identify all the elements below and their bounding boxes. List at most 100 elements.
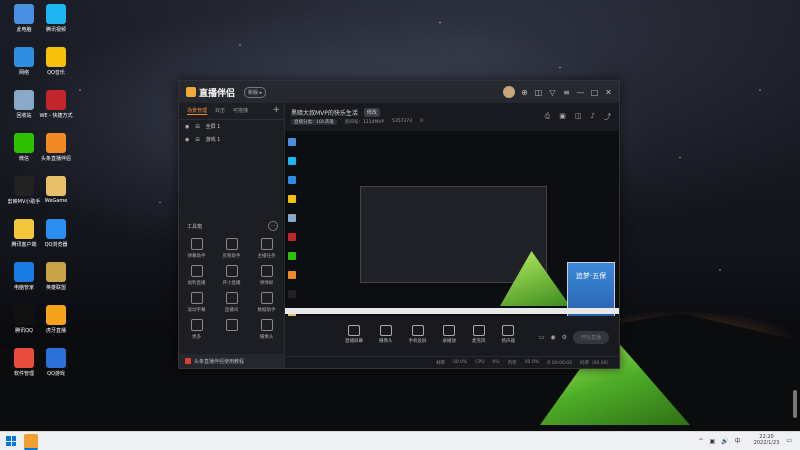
desktop-icon-label: 腾讯视频	[45, 27, 66, 33]
edit-title-button[interactable]: 修改	[363, 108, 380, 117]
user-avatar[interactable]	[503, 86, 515, 98]
titlebar-button-icon[interactable]: ✕	[604, 88, 613, 97]
wegame-icon	[46, 176, 66, 196]
titlebar-button-icon[interactable]: ≡	[562, 88, 571, 97]
tool-item[interactable]	[214, 319, 249, 340]
eye-icon[interactable]: ◉	[185, 124, 189, 130]
mic-icon	[472, 325, 485, 336]
titlebar-button-icon[interactable]: ▽	[548, 88, 557, 97]
category-label[interactable]: 直播分类：LOL英雄	[291, 119, 337, 125]
tool-icon	[190, 265, 203, 277]
main-toolbar-icon[interactable]: ◫	[575, 112, 582, 122]
desktop-icon[interactable]: QQ游戏	[36, 348, 76, 377]
folder-icon	[14, 219, 34, 239]
main-toolbar-icon[interactable]: ♪	[591, 112, 595, 122]
tutorial-icon	[185, 358, 191, 364]
left-panel: 场景管理 双击 可拖拽 + ◉ ⊟ 全屏 1 ◉ ⊟ 游戏 1 工具箱 ··· 弹幕助手 房管助…	[179, 103, 285, 368]
tool-item[interactable]: 福利直播	[179, 265, 214, 286]
tool-item[interactable]: 数据助手	[249, 292, 284, 313]
scene-label: 游戏 1	[205, 137, 221, 143]
browser-icon	[46, 219, 66, 239]
tool-item[interactable]: 摄像头	[249, 319, 284, 340]
notification-icon[interactable]: ▭	[786, 437, 792, 444]
source-control-button[interactable]: 直播屏幕	[345, 325, 363, 344]
status-item: 00.0%	[524, 360, 539, 365]
tool-item[interactable]: 滚动字幕	[179, 292, 214, 313]
network-icon	[14, 47, 34, 67]
tool-label: 更多	[192, 335, 201, 340]
main-toolbar-icon[interactable]: ⤴	[604, 112, 611, 122]
desktop-icon-label: 头条直播伴侣	[40, 156, 71, 162]
right-control-icon[interactable]: ▭	[539, 334, 545, 341]
scene-item[interactable]: ◉ ⊟ 游戏 1	[179, 133, 284, 146]
tool-item[interactable]: 直播间	[214, 292, 249, 313]
eye-icon[interactable]: ◉	[185, 137, 189, 143]
tutorial-notice[interactable]: 头条直播伴侣使用教程	[179, 354, 284, 368]
titlebar-button-icon[interactable]: ⊕	[520, 88, 529, 97]
tool-item[interactable]: 更多	[179, 319, 214, 340]
desktop-icon[interactable]: QQ浏览器	[36, 219, 76, 248]
titlebar-button-icon[interactable]: ◫	[534, 88, 543, 97]
source-control-button[interactable]: 摄像头	[379, 325, 393, 344]
live-preview[interactable]: 追梦·五保	[285, 131, 619, 316]
start-windows-icon[interactable]	[6, 436, 16, 446]
toolbox-more-icon[interactable]: ···	[268, 221, 278, 231]
source-control-button[interactable]: 扬声器	[501, 325, 516, 344]
source-control-label: 扬声器	[501, 339, 516, 344]
qq-icon	[14, 305, 34, 325]
tray-icon[interactable]: ▣	[710, 438, 716, 445]
desktop-icon-label: 英雄联盟	[45, 285, 66, 291]
titlebar-button-icon[interactable]: □	[590, 88, 599, 97]
app-logo-icon	[186, 87, 196, 97]
status-item: 0%	[492, 360, 500, 365]
tool-item[interactable]: 弹幕助手	[179, 238, 214, 259]
lock-icon[interactable]: ⊟	[195, 124, 199, 130]
lock-icon[interactable]: ⊟	[195, 137, 199, 143]
source-control-button[interactable]: 麦克风	[472, 325, 486, 344]
scene-item[interactable]: ◉ ⊟ 全屏 1	[179, 120, 284, 133]
desktop-icon[interactable]: QQ音乐	[36, 47, 76, 76]
desktop-icon[interactable]: 腾讯视频	[36, 4, 76, 33]
live-title-row: 黑暗大叔MVP的快乐生活 修改	[291, 108, 380, 117]
toolbox-grid: 弹幕助手 房管助手 主播任务福利直播 开小直播 弹弹屏滚动字幕 直播间 数据助手更多 摄像头	[179, 238, 284, 340]
source-control-button[interactable]: 手机投屏	[409, 325, 427, 344]
lol-icon	[46, 262, 66, 282]
desktop-icon-label: QQ游戏	[47, 371, 65, 377]
status-item: 帧率	[436, 360, 446, 366]
titlebar-button-icon[interactable]: —	[576, 88, 585, 97]
side-scroll-indicator	[793, 390, 797, 418]
right-control-icon[interactable]: ⚙	[562, 334, 567, 341]
main-toolbar-icon[interactable]: ▣	[559, 112, 566, 122]
status-item: CPU	[475, 360, 485, 365]
taskbar-live-companion-icon[interactable]	[24, 434, 38, 450]
system-tray: ^ ▣ 🔊 中 22:20 2022/1/23 ▭	[698, 434, 792, 446]
scene-tab[interactable]: 可拖拽	[233, 107, 248, 115]
desktop-icon-label: 虎牙直播	[45, 328, 66, 334]
window-titlebar[interactable]: 直播伴侣 新版 ▸ ⊕ ◫ ▽ ≡ — □ ✕	[179, 81, 619, 103]
tool-item[interactable]: 主播任务	[249, 238, 284, 259]
desktop-icon[interactable]: WE - 快捷方式	[36, 90, 76, 119]
preview-desktop-icon	[288, 233, 296, 241]
add-scene-button[interactable]: +	[272, 105, 280, 115]
right-control-icon[interactable]: ◉	[550, 334, 555, 341]
main-toolbar-icon[interactable]: ⎙	[545, 112, 551, 122]
tool-item[interactable]: 弹弹屏	[249, 265, 284, 286]
tool-item[interactable]: 开小直播	[214, 265, 249, 286]
version-badge[interactable]: 新版 ▸	[244, 87, 267, 98]
scene-tab[interactable]: 双击	[215, 107, 225, 115]
source-control-button[interactable]: 录播放	[443, 325, 456, 344]
desktop-icon[interactable]: WeGame	[36, 176, 76, 204]
tray-icon[interactable]: 🔊	[721, 438, 728, 445]
desktop-icon[interactable]: 虎牙直播	[36, 305, 76, 334]
desktop-icon[interactable]: 英雄联盟	[36, 262, 76, 291]
tray-icon[interactable]: 中	[735, 438, 741, 445]
scene-tab[interactable]: 场景管理	[187, 107, 208, 115]
tool-item[interactable]: 房管助手	[214, 238, 249, 259]
preview-desktop-icon	[288, 176, 296, 184]
clock[interactable]: 22:20 2022/1/23	[754, 434, 780, 446]
status-item: 码率（00.00）	[580, 360, 611, 366]
tray-icon[interactable]: ^	[698, 438, 703, 445]
start-live-button[interactable]: 开始直播	[572, 331, 609, 344]
desktop-icon[interactable]: 头条直播伴侣	[36, 133, 76, 162]
tool-icon	[225, 292, 238, 304]
